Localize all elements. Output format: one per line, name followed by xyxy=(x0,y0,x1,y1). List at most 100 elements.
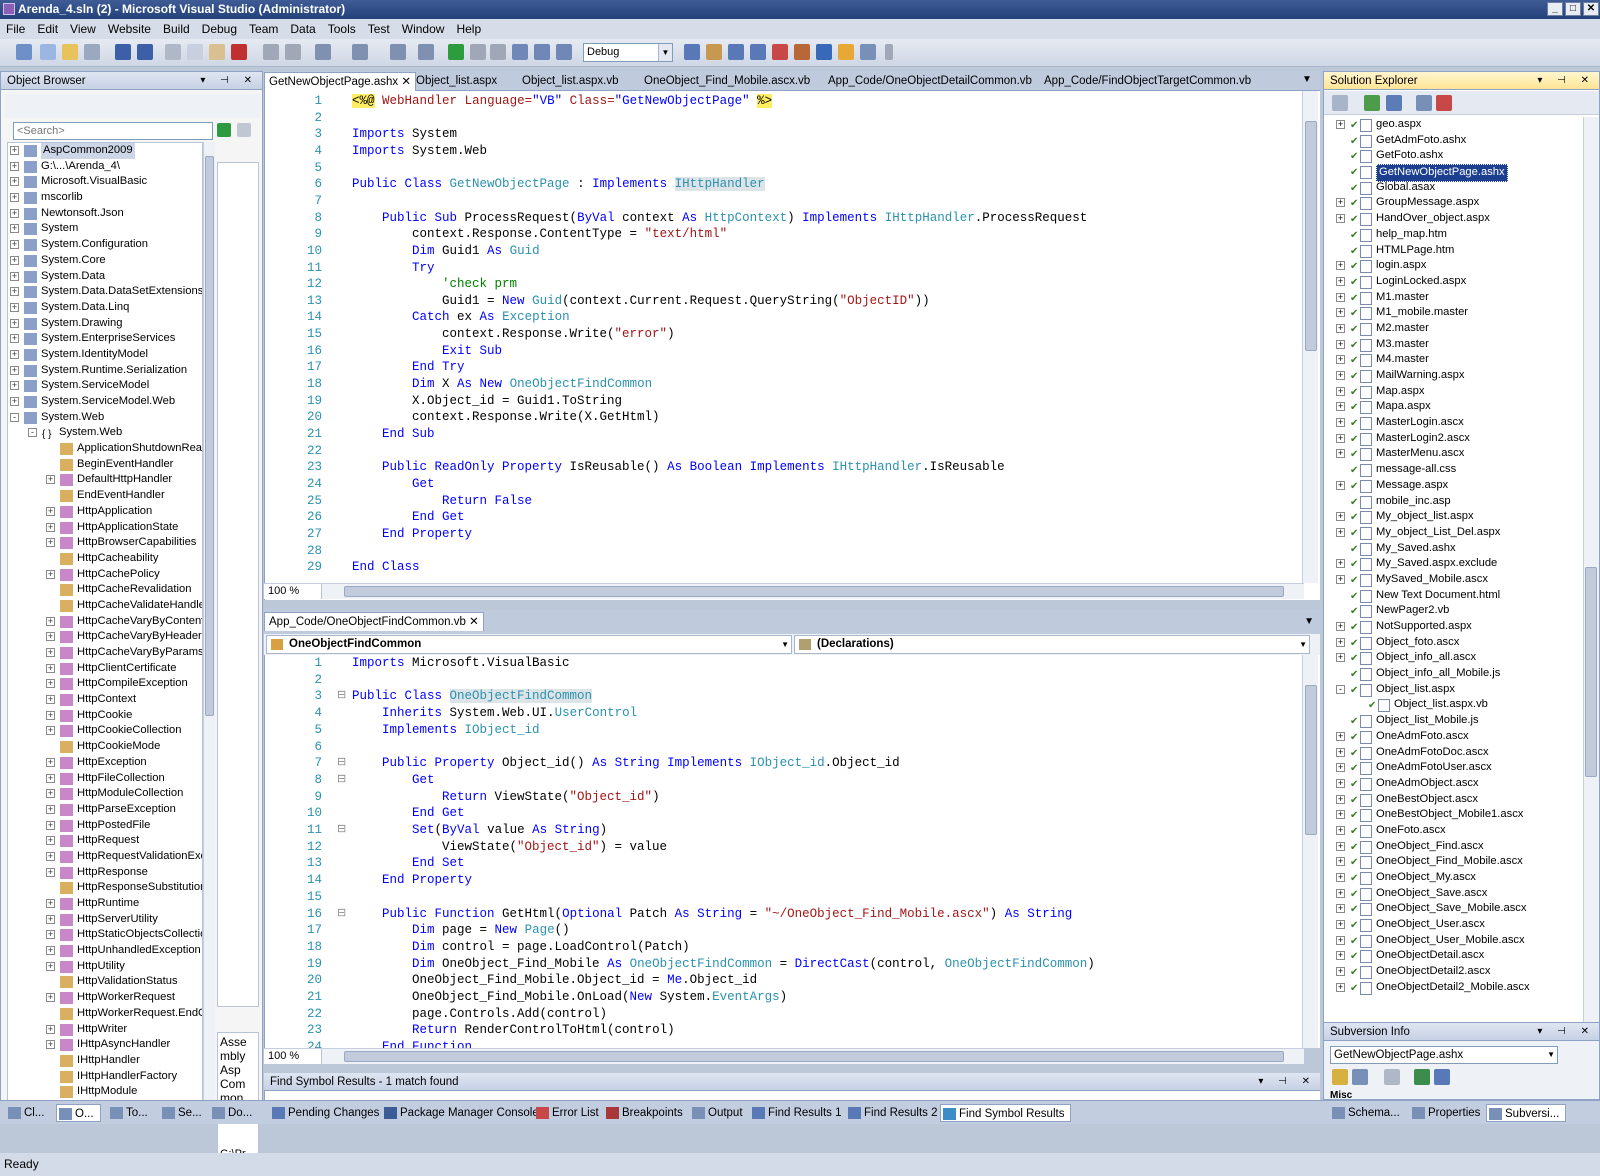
tree-item[interactable]: + mscorlib xyxy=(8,190,202,206)
solution-item[interactable]: + ✔ OneAdmFotoDoc.ascx xyxy=(1328,745,1580,761)
expand-icon[interactable]: + xyxy=(46,899,55,908)
solution-item[interactable]: + ✔ My_object_list.aspx xyxy=(1328,509,1580,525)
class-dropdown[interactable]: OneObjectFindCommon ▼ xyxy=(266,635,792,654)
expand-icon[interactable]: + xyxy=(10,318,19,328)
team-explorer-icon[interactable] xyxy=(838,44,854,60)
expand-icon[interactable]: + xyxy=(1336,888,1345,898)
outline-collapse-icon[interactable]: ⊟ xyxy=(337,755,346,772)
solution-item[interactable]: + ✔ OneObjectDetail.ascx xyxy=(1328,948,1580,964)
solution-item[interactable]: + ✔ Message.aspx xyxy=(1328,478,1580,494)
tree-item[interactable]: EndEventHandler xyxy=(8,488,202,504)
svn-update-icon[interactable] xyxy=(1414,1069,1430,1085)
expand-icon[interactable]: + xyxy=(10,208,19,218)
add-existing-icon[interactable] xyxy=(84,44,100,60)
tree-item[interactable]: + DefaultHttpHandler xyxy=(8,472,202,488)
tree-item[interactable]: + HttpCacheVaryByParams xyxy=(8,645,202,661)
tab-object-list-aspx-vb[interactable]: Object_list.aspx.vb xyxy=(518,72,623,91)
tools-icon[interactable] xyxy=(794,44,810,60)
expand-icon[interactable]: + xyxy=(1336,778,1345,788)
expand-icon[interactable]: + xyxy=(46,475,55,485)
expand-icon[interactable]: + xyxy=(46,648,55,657)
collapse-icon[interactable]: - xyxy=(10,412,19,422)
toolbox-icon[interactable] xyxy=(772,44,788,60)
tree-item[interactable]: + System.Drawing xyxy=(8,316,202,332)
scrollbar-thumb[interactable] xyxy=(1305,121,1317,351)
expand-icon[interactable]: + xyxy=(10,381,19,391)
tree-item[interactable]: + HttpUnhandledException xyxy=(8,943,202,959)
expand-icon[interactable]: + xyxy=(1336,198,1345,208)
expand-icon[interactable]: + xyxy=(10,240,19,250)
navigate-forward-icon[interactable] xyxy=(418,44,434,60)
expand-icon[interactable]: + xyxy=(46,961,55,971)
expand-icon[interactable]: + xyxy=(1336,967,1345,977)
menu-view[interactable]: View xyxy=(64,19,102,36)
expand-icon[interactable]: + xyxy=(10,287,19,297)
solution-item[interactable]: + ✔ LoginLocked.aspx xyxy=(1328,274,1580,290)
solution-item[interactable]: + ✔ HandOver_object.aspx xyxy=(1328,211,1580,227)
expand-icon[interactable]: + xyxy=(1336,214,1345,224)
solution-item[interactable]: + ✔ MasterLogin.ascx xyxy=(1328,415,1580,431)
expand-icon[interactable]: + xyxy=(1336,747,1345,757)
navigate-backward-icon[interactable] xyxy=(390,44,406,60)
solution-item[interactable]: + ✔ NotSupported.aspx xyxy=(1328,619,1580,635)
tree-item[interactable]: + HttpCookie xyxy=(8,708,202,724)
solution-item[interactable]: ✔ HTMLPage.htm xyxy=(1328,243,1580,259)
scrollbar-thumb[interactable] xyxy=(344,1051,1284,1062)
clear-search-icon[interactable] xyxy=(237,123,251,137)
menu-file[interactable]: File xyxy=(0,19,31,36)
properties-window-icon[interactable] xyxy=(728,44,744,60)
tree-item[interactable]: + System.Data.Linq xyxy=(8,300,202,316)
tree-item[interactable]: + HttpApplication xyxy=(8,504,202,520)
expand-icon[interactable]: + xyxy=(46,632,55,642)
expand-icon[interactable]: + xyxy=(1336,512,1345,522)
solution-item[interactable]: + ✔ MySaved_Mobile.ascx xyxy=(1328,572,1580,588)
tree-item[interactable]: + HttpStaticObjectsCollection xyxy=(8,927,202,943)
expand-icon[interactable]: + xyxy=(1336,841,1345,851)
maximize-button[interactable]: □ xyxy=(1565,2,1581,16)
expand-icon[interactable]: + xyxy=(10,349,19,359)
tree-item[interactable]: + HttpCachePolicy xyxy=(8,567,202,583)
categorized-icon[interactable] xyxy=(1332,1069,1348,1085)
collapse-icon[interactable]: - xyxy=(28,428,37,438)
code-editor-bottom[interactable]: 1 Imports Microsoft.VisualBasic 2 3 Public C… xyxy=(264,655,1320,1054)
panel-pin-close-icons[interactable]: ▾ ⊣ ✕ xyxy=(1258,1073,1316,1091)
uncomment-icon[interactable] xyxy=(285,44,301,60)
solution-item[interactable]: + ✔ GroupMessage.aspx xyxy=(1328,195,1580,211)
expand-icon[interactable]: + xyxy=(46,506,55,516)
tree-item[interactable]: + System.ServiceModel.Web xyxy=(8,394,202,410)
tree-item[interactable]: + HttpApplicationState xyxy=(8,520,202,536)
save-icon[interactable] xyxy=(115,44,131,60)
menu-debug[interactable]: Debug xyxy=(196,19,243,36)
redo-icon[interactable] xyxy=(352,44,368,60)
expand-icon[interactable]: + xyxy=(1336,292,1345,302)
delete-icon[interactable] xyxy=(231,44,247,60)
solution-item[interactable]: + ✔ OneAdmObject.ascx xyxy=(1328,776,1580,792)
menu-window[interactable]: Window xyxy=(396,19,451,36)
menu-help[interactable]: Help xyxy=(450,19,487,36)
tree-item[interactable]: + System.Data.DataSetExtensions xyxy=(8,284,202,300)
add-item-icon[interactable] xyxy=(40,44,56,60)
step-out-icon[interactable] xyxy=(556,44,572,60)
tab-app-code-findobjecttargetcommon-vb[interactable]: App_Code/FindObjectTargetCommon.vb xyxy=(1040,72,1255,91)
bottom-tab-find-results-1[interactable]: Find Results 1 xyxy=(750,1104,842,1122)
solution-item[interactable]: + ✔ geo.aspx xyxy=(1328,117,1580,133)
tree-item[interactable]: BeginEventHandler xyxy=(8,457,202,473)
menu-tools[interactable]: Tools xyxy=(322,19,362,36)
solution-item[interactable]: ✔ Object_list.aspx.vb xyxy=(1328,697,1580,713)
expand-icon[interactable]: + xyxy=(46,522,55,532)
expand-icon[interactable]: + xyxy=(1336,982,1345,992)
solution-explorer-scrollbar[interactable] xyxy=(1583,117,1599,1022)
solution-item[interactable]: - ✔ Object_list.aspx xyxy=(1328,682,1580,698)
solution-item[interactable]: + ✔ MasterMenu.ascx xyxy=(1328,446,1580,462)
solution-item[interactable]: ✔ Object_info_all_Mobile.js xyxy=(1328,666,1580,682)
tree-item[interactable]: HttpResponseSubstitutionCallback xyxy=(8,880,202,896)
expand-icon[interactable]: + xyxy=(10,177,19,187)
solution-item[interactable]: ✔ My_Saved.ashx xyxy=(1328,541,1580,557)
tree-item[interactable]: + System.EnterpriseServices xyxy=(8,331,202,347)
bottom-tab-left[interactable]: Do... xyxy=(210,1104,252,1122)
find-symbol-results-list[interactable] xyxy=(264,1091,1320,1100)
expand-icon[interactable]: + xyxy=(1336,731,1345,741)
tree-item[interactable]: HttpValidationStatus xyxy=(8,974,202,990)
bottom-tab-find-symbol-results[interactable]: Find Symbol Results xyxy=(940,1104,1072,1122)
start-debugging-icon[interactable] xyxy=(448,44,464,60)
